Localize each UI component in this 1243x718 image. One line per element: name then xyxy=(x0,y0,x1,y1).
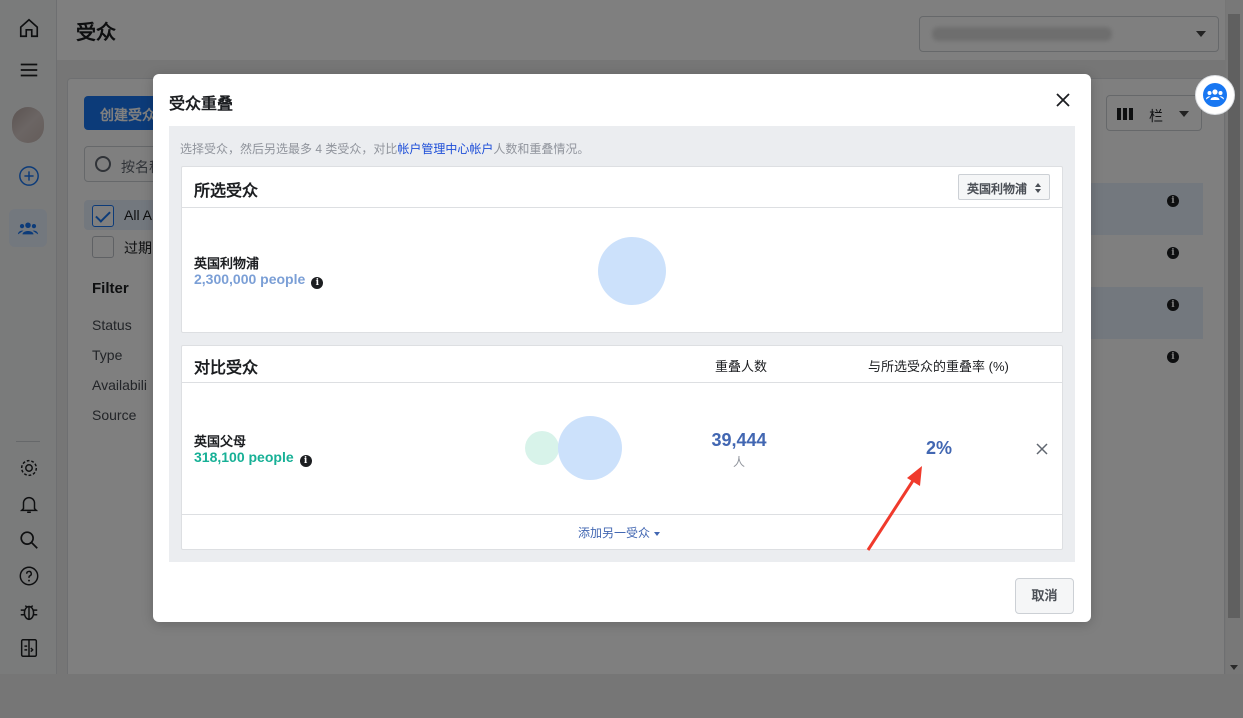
audience-overlap-dialog: 受众重叠 选择受众，然后另选最多 4 类受众，对比帐户管理中心帐户人数和重叠情况… xyxy=(153,74,1091,622)
info-icon[interactable]: i xyxy=(299,455,312,467)
audience-size-text: 2,300,000 people xyxy=(194,271,306,287)
audience-name: 英国利物浦 xyxy=(194,256,260,271)
support-chat-button[interactable] xyxy=(1195,75,1235,115)
caret-down-icon xyxy=(654,531,661,536)
selected-audience-title: 所选受众 xyxy=(194,183,259,200)
sort-updown-icon xyxy=(1035,183,1041,193)
add-link-text: 添加另一受众 xyxy=(578,526,651,540)
compare-audience-size-text: 318,100 people xyxy=(194,449,294,465)
instructions-text: 选择受众，然后另选最多 4 类受众，对比帐户管理中心帐户人数和重叠情况。 xyxy=(180,140,589,157)
compare-audience-size: 318,100 people i xyxy=(194,449,312,467)
overlap-rate-header: 与所选受众的重叠率 (%) xyxy=(868,359,1009,374)
compare-audience-name: 英国父母 xyxy=(194,434,247,449)
close-icon[interactable] xyxy=(1053,90,1073,110)
dialog-body: 选择受众，然后另选最多 4 类受众，对比帐户管理中心帐户人数和重叠情况。 所选受… xyxy=(169,126,1075,562)
compare-audience-panel: 对比受众 重叠人数 与所选受众的重叠率 (%) 英国父母 318,100 peo… xyxy=(181,345,1063,550)
add-another-audience-link[interactable]: 添加另一受众 xyxy=(578,524,661,541)
remove-audience-icon[interactable] xyxy=(1034,441,1050,457)
compare-audience-title: 对比受众 xyxy=(194,360,259,377)
selected-audience-bubble xyxy=(598,237,666,305)
business-manager-link[interactable]: 帐户管理中心帐户 xyxy=(397,142,493,156)
overlap-count: 39,444 xyxy=(711,430,767,450)
selected-audience-dropdown[interactable]: 英国利物浦 xyxy=(958,174,1050,200)
overlap-unit: 人 xyxy=(732,455,745,469)
selected-audience-value: 英国利物浦 xyxy=(967,182,1028,196)
overlap-rate: 2% xyxy=(925,438,952,458)
overlap-venn-diagram xyxy=(525,416,622,480)
selected-audience-bubble xyxy=(558,416,622,480)
hint-prefix: 选择受众，然后另选最多 4 类受众，对比 xyxy=(180,142,398,156)
annotation-arrow xyxy=(866,466,922,551)
people-group-icon xyxy=(1203,83,1227,107)
panel-header: 对比受众 重叠人数 与所选受众的重叠率 (%) xyxy=(182,346,1062,383)
panel-header: 所选受众 英国利物浦 xyxy=(182,167,1062,208)
hint-suffix: 人数和重叠情况。 xyxy=(493,142,590,156)
add-audience-row: 添加另一受众 xyxy=(182,514,1062,548)
dialog-title: 受众重叠 xyxy=(169,96,234,113)
cancel-button[interactable]: 取消 xyxy=(1015,578,1074,614)
compare-audience-bubble xyxy=(525,431,559,465)
selected-audience-panel: 所选受众 英国利物浦 英国利物浦 2,300,000 people i xyxy=(181,166,1063,333)
audience-size: 2,300,000 people i xyxy=(194,271,324,289)
overlap-count-header: 重叠人数 xyxy=(715,359,768,374)
info-icon[interactable]: i xyxy=(311,277,324,289)
